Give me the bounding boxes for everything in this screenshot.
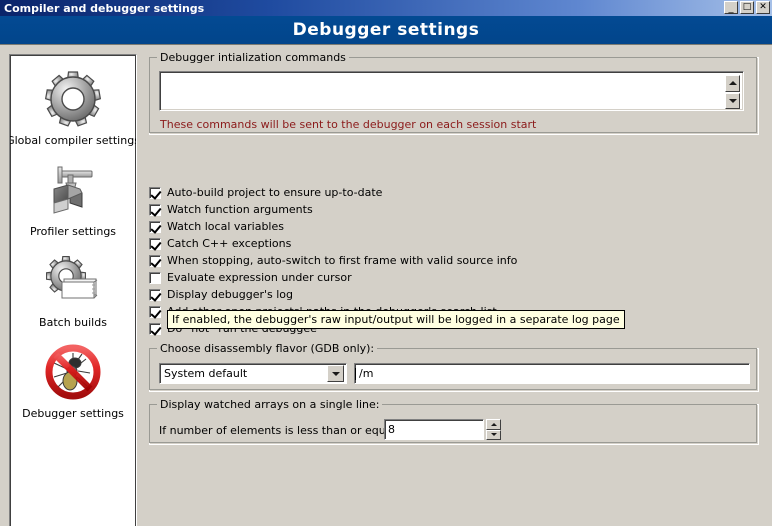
option-evaluate-expression-under-cursor[interactable]: Evaluate expression under cursor	[149, 269, 709, 286]
scroll-up-button[interactable]	[725, 75, 740, 92]
minimize-button[interactable]: _	[724, 1, 738, 14]
checkbox-icon[interactable]	[149, 254, 161, 267]
minimize-icon: _	[728, 3, 734, 14]
close-button[interactable]: ✕	[756, 1, 770, 14]
debugger-init-commands-group: Debugger intialization commands These co…	[149, 51, 759, 135]
group-title-init-commands: Debugger intialization commands	[157, 51, 349, 64]
no-bug-icon	[42, 341, 104, 403]
group-title-disassembly: Choose disassembly flavor (GDB only):	[157, 342, 378, 355]
caliper-blocks-icon	[42, 159, 104, 221]
checkbox-icon[interactable]	[149, 288, 161, 301]
close-icon: ✕	[759, 2, 767, 12]
gear-icon	[42, 68, 104, 130]
checkbox-icon[interactable]	[149, 237, 161, 250]
option-display-debuggers-log[interactable]: Display debugger's log	[149, 286, 709, 303]
group-title-watched-arrays: Display watched arrays on a single line:	[157, 398, 383, 411]
disassembly-flags-value: /m	[359, 367, 374, 380]
option-label: Watch function arguments	[167, 203, 313, 216]
checkbox-icon[interactable]	[149, 322, 161, 335]
sidebar-item-global-compiler-settings[interactable]: Global compiler settings	[9, 64, 137, 155]
array-elements-value: 8	[388, 423, 395, 436]
option-label: Catch C++ exceptions	[167, 237, 292, 250]
sidebar-item-debugger-settings[interactable]: Debugger settings	[11, 337, 135, 428]
init-commands-scrollbar[interactable]	[725, 75, 740, 109]
chevron-down-icon	[490, 433, 497, 437]
option-label: When stopping, auto-switch to first fram…	[167, 254, 518, 267]
option-watch-function-arguments[interactable]: Watch function arguments	[149, 201, 709, 218]
option-tooltip: If enabled, the debugger's raw input/out…	[167, 310, 625, 329]
array-elements-stepper[interactable]: 8	[384, 419, 501, 440]
option-watch-local-variables[interactable]: Watch local variables	[149, 218, 709, 235]
init-commands-note: These commands will be sent to the debug…	[160, 118, 537, 131]
option-label: Evaluate expression under cursor	[167, 271, 352, 284]
option-label: Watch local variables	[167, 220, 284, 233]
window-controls: _ □ ✕	[724, 1, 770, 14]
option-auto-build[interactable]: Auto-build project to ensure up-to-date	[149, 184, 709, 201]
checkbox-icon[interactable]	[149, 305, 161, 318]
option-catch-cpp-exceptions[interactable]: Catch C++ exceptions	[149, 235, 709, 252]
scroll-down-button[interactable]	[725, 92, 740, 109]
init-commands-textarea[interactable]	[159, 71, 744, 111]
checkbox-icon[interactable]	[149, 271, 161, 284]
init-commands-value	[160, 72, 743, 76]
checkbox-icon[interactable]	[149, 186, 161, 199]
page-header-banner: Debugger settings	[0, 16, 772, 45]
window-title: Compiler and debugger settings	[4, 1, 205, 15]
sidebar-item-label: Profiler settings	[29, 225, 117, 238]
dialog-body: Global compiler settings Profiler settin…	[0, 45, 772, 526]
option-auto-switch-frame[interactable]: When stopping, auto-switch to first fram…	[149, 252, 709, 269]
chevron-up-icon	[728, 81, 737, 86]
settings-category-list[interactable]: Global compiler settings Profiler settin…	[9, 54, 137, 526]
gear-documents-icon	[42, 250, 104, 312]
chevron-down-icon[interactable]	[327, 365, 344, 382]
sidebar-item-batch-builds[interactable]: Batch builds	[11, 246, 135, 337]
sidebar-item-label: Debugger settings	[22, 407, 124, 420]
disassembly-flavor-combo[interactable]: System default	[159, 363, 347, 384]
stepper-down-button[interactable]	[486, 429, 501, 440]
page-title: Debugger settings	[292, 20, 480, 40]
sidebar-item-profiler-settings[interactable]: Profiler settings	[11, 155, 135, 246]
stepper-buttons[interactable]	[486, 419, 501, 440]
array-elements-label: If number of elements is less than or eq…	[159, 424, 414, 437]
disassembly-flags-input[interactable]: /m	[354, 363, 750, 384]
watched-arrays-group: Display watched arrays on a single line:…	[149, 398, 759, 445]
sidebar-item-label: Batch builds	[39, 316, 107, 329]
checkbox-icon[interactable]	[149, 220, 161, 233]
checkbox-icon[interactable]	[149, 203, 161, 216]
maximize-icon: □	[742, 2, 752, 12]
chevron-up-icon	[490, 422, 497, 426]
disassembly-flavor-value: System default	[164, 367, 248, 380]
window-titlebar[interactable]: Compiler and debugger settings _ □ ✕	[0, 0, 772, 16]
disassembly-flavor-group: Choose disassembly flavor (GDB only): Sy…	[149, 342, 759, 392]
option-label: Display debugger's log	[167, 288, 294, 301]
option-label: Auto-build project to ensure up-to-date	[167, 186, 383, 199]
maximize-button[interactable]: □	[740, 1, 754, 14]
stepper-up-button[interactable]	[486, 419, 501, 430]
sidebar-item-label: Global compiler settings	[9, 134, 137, 147]
array-elements-input[interactable]: 8	[384, 419, 484, 440]
chevron-down-icon	[728, 98, 737, 103]
